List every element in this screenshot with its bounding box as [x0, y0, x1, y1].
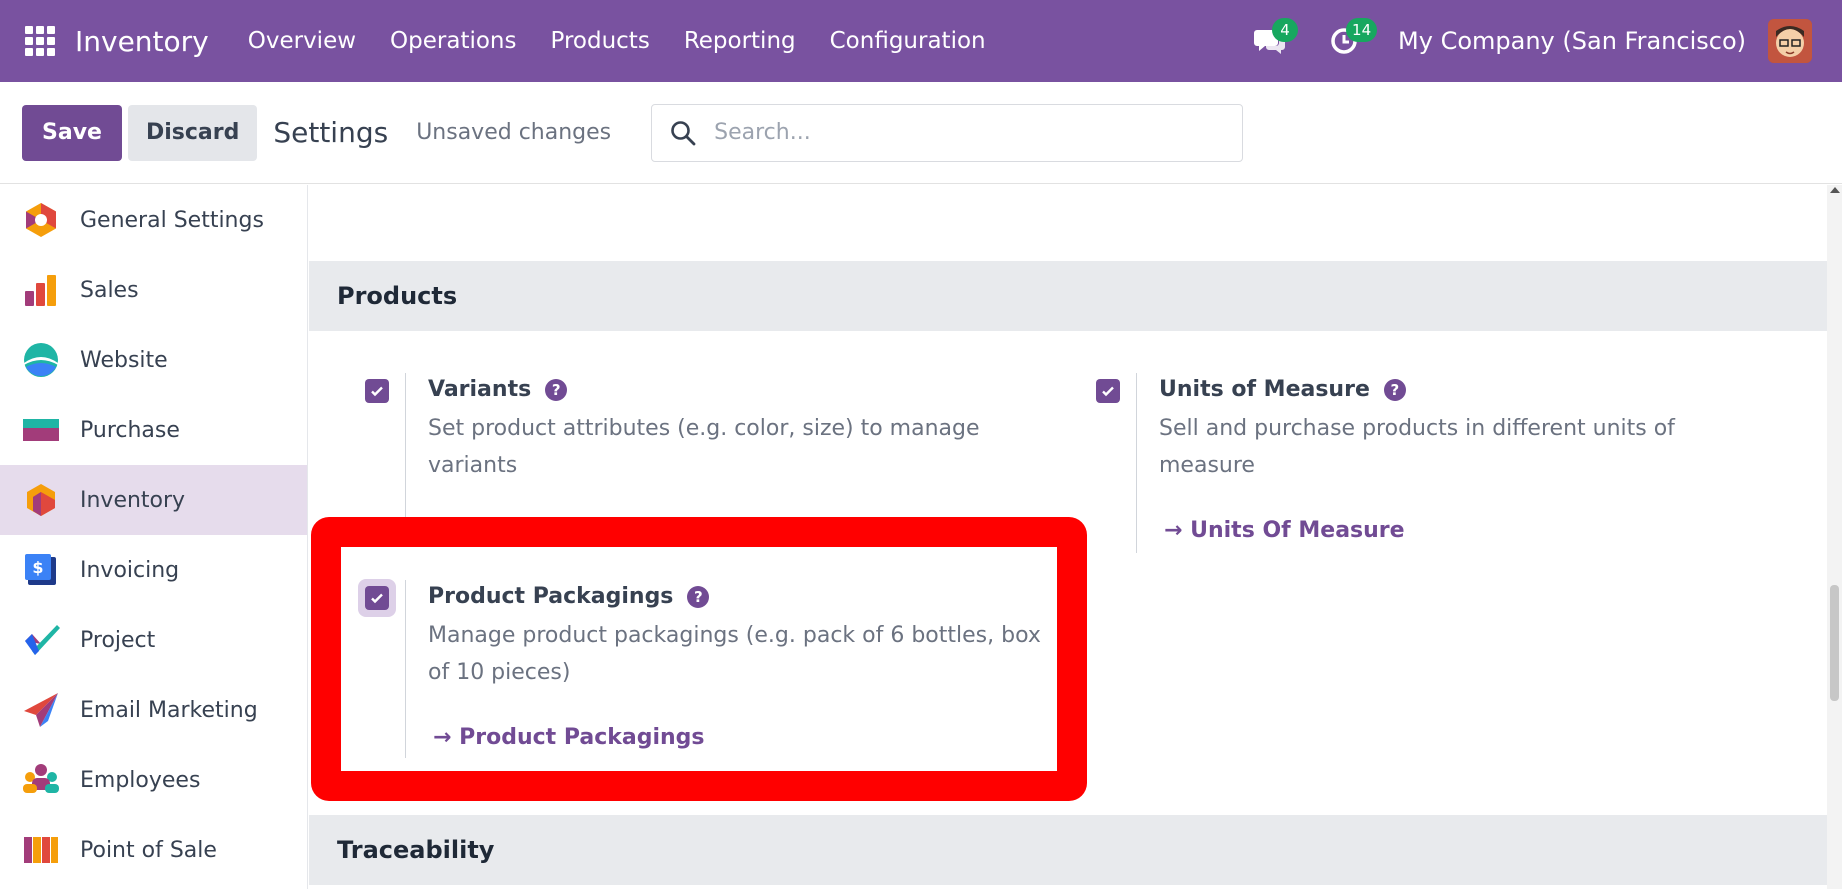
sidebar-item-label: Email Marketing	[80, 697, 258, 723]
variants-title: Variants ?	[428, 377, 568, 402]
uom-title: Units of Measure ?	[1159, 377, 1406, 402]
menu-products[interactable]: Products	[534, 28, 667, 54]
menu-reporting[interactable]: Reporting	[667, 28, 813, 54]
section-traceability-header: Traceability	[309, 815, 1827, 885]
sidebar-item-invoicing[interactable]: $ Invoicing	[0, 535, 307, 605]
sidebar-item-website[interactable]: Website	[0, 325, 307, 395]
check-icon	[1102, 386, 1114, 397]
sidebar-item-sales[interactable]: Sales	[0, 255, 307, 325]
settings-content: Products Variants ? Set product attribut…	[309, 185, 1827, 889]
sidebar-item-inventory[interactable]: Inventory	[0, 465, 307, 535]
invoicing-icon: $	[25, 554, 56, 585]
sidebar-item-point-of-sale[interactable]: Point of Sale	[0, 815, 307, 885]
uom-link[interactable]: → Units Of Measure	[1164, 518, 1405, 543]
employees-icon	[23, 764, 59, 793]
red-highlight-box	[311, 517, 1087, 801]
sidebar-item-label: Inventory	[80, 487, 186, 513]
apps-menu-icon[interactable]	[25, 26, 55, 56]
scroll-up-icon[interactable]	[1830, 187, 1840, 193]
section-products-header: Products	[309, 261, 1827, 331]
menu-configuration[interactable]: Configuration	[813, 28, 1003, 54]
point-of-sale-icon	[24, 837, 58, 863]
discard-button[interactable]: Discard	[127, 104, 258, 161]
uom-checkbox[interactable]	[1096, 379, 1120, 403]
company-switcher[interactable]: My Company (San Francisco)	[1398, 27, 1746, 55]
sidebar-item-project[interactable]: Project	[0, 605, 307, 675]
page-title: Settings	[273, 116, 389, 149]
sidebar-item-label: Purchase	[80, 417, 180, 443]
avatar-icon	[1768, 19, 1812, 63]
arrow-right-icon: →	[1164, 518, 1183, 543]
sidebar-item-purchase[interactable]: Purchase	[0, 395, 307, 465]
app-brand[interactable]: Inventory	[75, 25, 209, 58]
help-icon[interactable]: ?	[1383, 378, 1406, 401]
sidebar-item-general-settings[interactable]: General Settings	[0, 185, 307, 255]
variants-checkbox[interactable]	[365, 379, 389, 403]
scrollbar-thumb[interactable]	[1830, 585, 1839, 701]
unsaved-changes-status: Unsaved changes	[416, 120, 612, 145]
menu-operations[interactable]: Operations	[373, 28, 533, 54]
project-icon	[25, 625, 60, 655]
sidebar-item-label: Website	[80, 347, 168, 373]
settings-sidebar: General Settings Sales Website Purchase …	[0, 185, 308, 889]
sidebar-item-label: Point of Sale	[80, 837, 217, 863]
purchase-icon	[23, 419, 59, 441]
systray: 4 14 My Company (San Francisco)	[1250, 0, 1842, 82]
email-marketing-icon	[24, 693, 58, 727]
search-box[interactable]	[651, 103, 1244, 162]
activities-badge: 14	[1346, 18, 1378, 42]
top-navbar: Inventory Overview Operations Products R…	[0, 0, 1842, 82]
messages-badge: 4	[1272, 18, 1299, 42]
website-icon	[24, 343, 58, 377]
sidebar-item-label: Project	[80, 627, 156, 653]
sidebar-item-label: Sales	[80, 277, 139, 303]
inventory-icon	[27, 484, 55, 516]
activities-button[interactable]: 14	[1324, 18, 1378, 61]
sidebar-item-email-marketing[interactable]: Email Marketing	[0, 675, 307, 745]
svg-text:$: $	[32, 558, 43, 577]
sidebar-item-label: Invoicing	[80, 557, 180, 583]
messages-button[interactable]: 4	[1250, 18, 1299, 61]
control-panel: Save Discard Settings Unsaved changes	[0, 82, 1842, 184]
sidebar-item-label: General Settings	[80, 207, 264, 233]
general-settings-icon	[26, 203, 56, 237]
search-icon	[671, 120, 696, 145]
main-menu: Overview Operations Products Reporting C…	[231, 28, 1003, 54]
variants-description: Set product attributes (e.g. color, size…	[428, 416, 980, 478]
scrollbar[interactable]	[1827, 185, 1842, 889]
uom-description: Sell and purchase products in different …	[1159, 416, 1675, 478]
sales-icon	[25, 275, 56, 306]
save-button[interactable]: Save	[22, 104, 122, 161]
help-icon[interactable]: ?	[545, 378, 568, 401]
search-input[interactable]	[714, 120, 1195, 145]
check-icon	[371, 386, 383, 397]
menu-overview[interactable]: Overview	[231, 28, 373, 54]
sidebar-item-employees[interactable]: Employees	[0, 745, 307, 815]
sidebar-item-label: Employees	[80, 767, 201, 793]
user-avatar[interactable]	[1768, 19, 1812, 63]
